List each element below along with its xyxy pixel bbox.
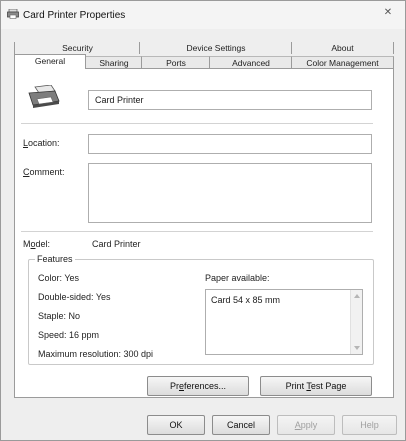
preferences-button[interactable]: Preferences... xyxy=(147,376,249,396)
print-test-page-button[interactable]: Print Test Page xyxy=(260,376,372,396)
tab-device-settings[interactable]: Device Settings xyxy=(139,42,292,54)
scrollbar[interactable] xyxy=(350,290,362,354)
print-test-label-rest: est Page xyxy=(310,381,347,391)
apply-button[interactable]: Apply xyxy=(277,415,335,435)
tab-security[interactable]: Security xyxy=(14,42,140,54)
tab-label: General xyxy=(34,56,66,66)
tab-label: Device Settings xyxy=(186,43,246,53)
title-bar[interactable]: Card Printer Properties ✕ xyxy=(1,1,405,29)
scroll-up-icon[interactable] xyxy=(354,294,360,298)
preferences-label-start: Pr xyxy=(169,381,179,391)
feature-color: Color: Yes xyxy=(38,273,80,283)
location-label-rest: ocation: xyxy=(28,138,60,148)
window-title: Card Printer Properties xyxy=(23,10,126,21)
printer-icon xyxy=(28,85,60,108)
printer-name-value: Card Printer xyxy=(95,95,144,105)
feature-max-resolution: Maximum resolution: 300 dpi xyxy=(38,349,154,359)
cancel-button[interactable]: Cancel xyxy=(212,415,270,435)
cancel-label: Cancel xyxy=(226,420,255,430)
location-input[interactable] xyxy=(88,134,372,154)
list-item[interactable]: Card 54 x 85 mm xyxy=(211,295,280,305)
printer-name-field[interactable]: Card Printer xyxy=(88,90,372,110)
feature-staple: Staple: No xyxy=(38,311,81,321)
feature-speed: Speed: 16 ppm xyxy=(38,330,100,340)
paper-available-label: Paper available: xyxy=(205,273,270,283)
close-button[interactable]: ✕ xyxy=(379,5,397,21)
model-label: Model: xyxy=(23,239,50,249)
features-title: Features xyxy=(35,254,75,264)
comment-label: Comment: xyxy=(23,167,65,177)
tab-label: Security xyxy=(62,43,93,53)
help-button[interactable]: Help xyxy=(342,415,397,435)
comment-input[interactable] xyxy=(88,163,372,223)
tab-label: About xyxy=(331,43,354,53)
separator xyxy=(21,123,373,124)
feature-double-sided: Double-sided: Yes xyxy=(38,292,111,302)
comment-label-rest: omment: xyxy=(29,167,65,177)
model-label-rest: del: xyxy=(35,239,51,249)
ok-button[interactable]: OK xyxy=(147,415,205,435)
help-label: Help xyxy=(360,420,379,430)
preferences-label-rest: ferences... xyxy=(183,381,227,391)
tab-general[interactable]: General xyxy=(14,54,86,69)
printer-icon xyxy=(7,9,19,19)
paper-available-list[interactable]: Card 54 x 85 mm xyxy=(205,289,363,355)
location-label: Location: xyxy=(23,138,60,148)
model-label-start: M xyxy=(23,239,31,249)
tab-about[interactable]: About xyxy=(291,42,394,54)
print-test-label-start: Print xyxy=(285,381,307,391)
scroll-down-icon[interactable] xyxy=(354,346,360,350)
tab-label: Sharing xyxy=(99,58,129,68)
close-icon: ✕ xyxy=(383,7,393,18)
ok-label: OK xyxy=(169,420,183,430)
tab-label: Advanced xyxy=(232,58,270,68)
tab-label: Color Management xyxy=(306,58,379,68)
apply-label-rest: pply xyxy=(300,420,318,430)
tab-label: Ports xyxy=(166,58,186,68)
separator xyxy=(21,231,373,232)
model-value: Card Printer xyxy=(92,239,141,249)
printer-properties-dialog: Card Printer Properties ✕ Security Devic… xyxy=(0,0,406,441)
